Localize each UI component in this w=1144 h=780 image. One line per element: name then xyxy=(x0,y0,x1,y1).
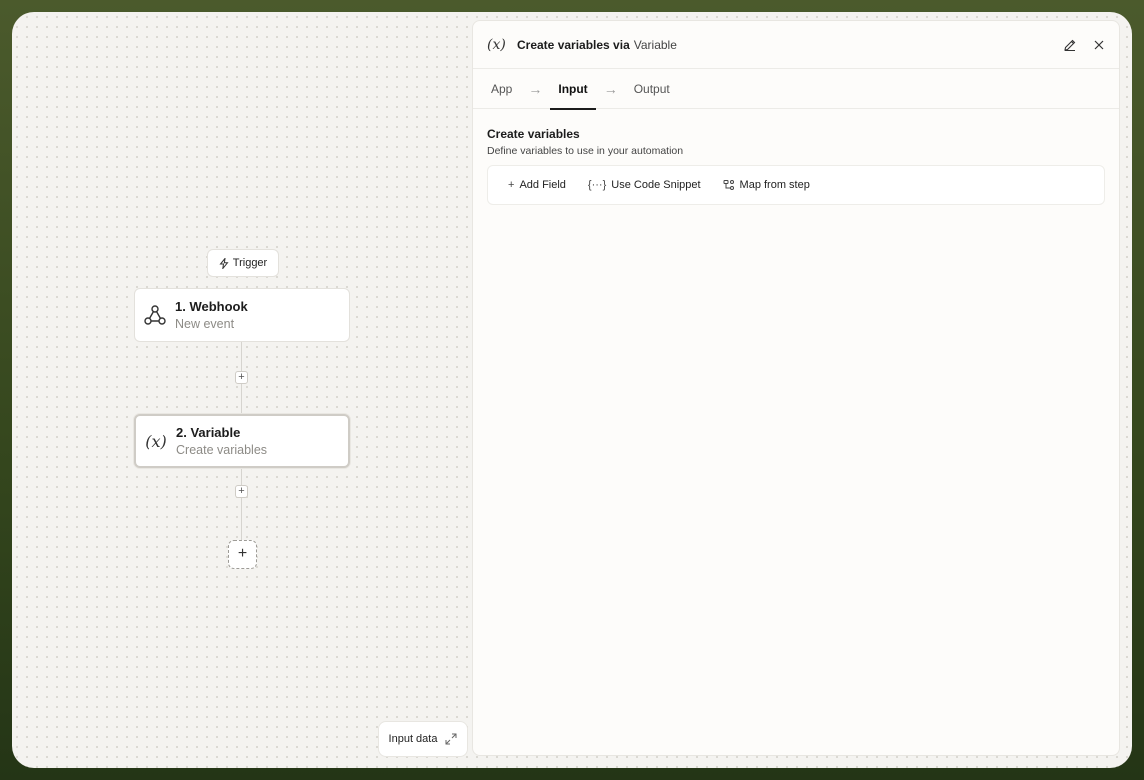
section-title: Create variables xyxy=(487,127,580,141)
code-braces-icon: {···} xyxy=(587,179,607,191)
panel-title: Create variables via xyxy=(517,37,630,52)
step-tabs: App → Input → Output xyxy=(473,69,1119,110)
tab-output[interactable]: Output xyxy=(634,69,670,109)
node-title: 2. Variable xyxy=(176,425,241,440)
create-variables-section: Create variables Define variables to use… xyxy=(473,109,1119,205)
variable-icon: (x) xyxy=(487,36,506,53)
trigger-label[interactable]: Trigger xyxy=(207,249,279,277)
use-code-snippet-button[interactable]: {···} Use Code Snippet xyxy=(588,179,701,191)
step-config-panel: (x) Create variables via Variable App → … xyxy=(472,20,1120,756)
section-subtitle: Define variables to use in your automati… xyxy=(487,145,684,157)
trigger-text: Trigger xyxy=(232,257,268,269)
input-data-button[interactable]: Input data xyxy=(378,721,468,757)
pencil-icon[interactable] xyxy=(1063,38,1077,52)
panel-app-name: Variable xyxy=(633,37,677,52)
webhook-icon xyxy=(135,304,175,326)
variable-icon: (x) xyxy=(145,431,167,451)
use-code-snippet-label: Use Code Snippet xyxy=(611,179,701,191)
expand-icon xyxy=(445,733,457,745)
lightning-icon xyxy=(219,257,229,269)
plus-icon: + xyxy=(508,179,515,191)
insert-step-button[interactable]: + xyxy=(235,371,248,384)
workflow-node-variable[interactable]: (x) 2. Variable Create variables xyxy=(134,414,350,468)
add-field-label: Add Field xyxy=(519,179,566,191)
input-data-label: Input data xyxy=(388,733,438,745)
node-title: 1. Webhook xyxy=(175,299,248,314)
app-frame: Trigger 1. Webhook New event + (x) 2. Va… xyxy=(12,12,1132,768)
arrow-right-icon: → xyxy=(603,80,618,97)
close-icon[interactable] xyxy=(1093,39,1105,51)
connector-line xyxy=(241,468,242,540)
map-from-step-label: Map from step xyxy=(739,179,810,191)
add-step-button[interactable]: + xyxy=(228,540,257,569)
insert-step-button[interactable]: + xyxy=(235,485,248,498)
map-from-step-button[interactable]: Map from step xyxy=(723,179,810,191)
arrow-right-icon: → xyxy=(528,80,543,97)
map-step-icon xyxy=(723,180,734,190)
tab-app[interactable]: App xyxy=(491,69,512,109)
panel-header: (x) Create variables via Variable xyxy=(473,21,1119,69)
node-subtitle: New event xyxy=(175,317,235,331)
workflow-node-webhook[interactable]: 1. Webhook New event xyxy=(134,288,350,342)
add-field-button[interactable]: + Add Field xyxy=(508,179,566,191)
node-subtitle: Create variables xyxy=(176,443,268,457)
field-toolbar: + Add Field {···} Use Code Snippet Map f… xyxy=(487,165,1105,205)
tab-input[interactable]: Input xyxy=(550,69,597,110)
